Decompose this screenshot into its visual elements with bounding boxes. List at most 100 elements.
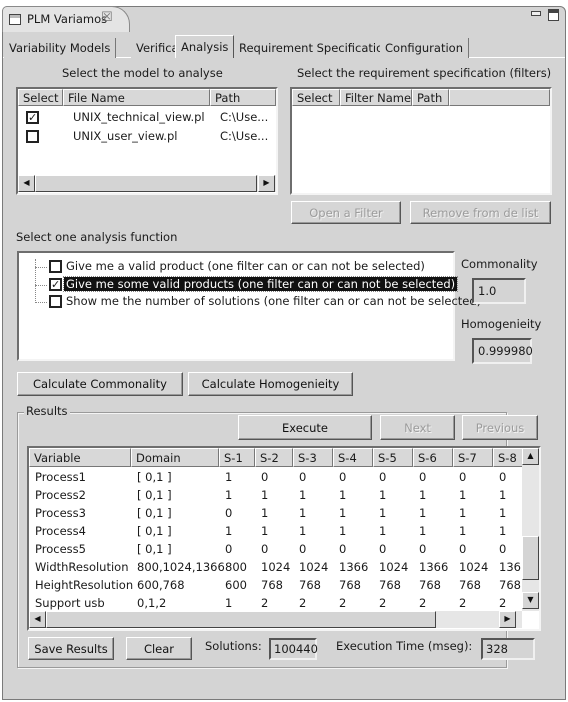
solution-value-cell: 1 [499,506,507,520]
column-header-filler [449,89,550,106]
function-label[interactable]: Show me the number of solutions (one fil… [64,294,483,308]
view-tab[interactable]: PLM Variamos ☒ [2,6,130,32]
solution-value-cell: 1 [419,524,427,538]
scroll-down-icon[interactable]: ▼ [522,592,539,609]
scroll-up-icon[interactable]: ▲ [522,448,539,465]
clear-button[interactable]: Clear [126,637,192,660]
open-filter-button[interactable]: Open a Filter [291,201,401,224]
tab-analysis[interactable]: Analysis [175,35,235,58]
close-icon[interactable]: ☒ [101,10,113,25]
scroll-right-icon[interactable]: ▶ [258,175,275,192]
solution-value-cell: 0 [225,542,233,556]
solution-value-cell: 768 [339,578,361,592]
function-checkbox[interactable] [49,295,62,308]
solution-value-cell: 1 [459,506,467,520]
tree-connector [35,267,47,268]
column-header-path[interactable]: Path [412,89,449,106]
domain-cell: [ 0,1 ] [137,524,172,538]
column-header-s-4[interactable]: S-4 [333,448,373,467]
column-header-s-7[interactable]: S-7 [453,448,493,467]
execution-time-label: Execution Time (mseg): [336,639,473,653]
solution-value-cell: 1 [299,506,307,520]
tab-requirement-specification[interactable]: Requirement Specification [234,38,397,58]
filter-table[interactable]: Select Filter Name Path [290,87,552,195]
solution-value-cell: 0 [225,506,233,520]
scroll-left-icon[interactable]: ◀ [29,611,46,628]
solution-value-cell: 1 [419,488,427,502]
maximize-icon[interactable] [548,9,559,21]
execution-time-field: 328 [481,638,535,660]
solution-value-cell: 1 [499,488,507,502]
column-header-select[interactable]: Select [292,89,340,106]
view-title: PLM Variamos [27,12,108,26]
function-label[interactable]: Give me a valid product (one filter can … [64,259,427,273]
solution-value-cell: 1024 [459,560,489,574]
solution-value-cell: 0 [419,542,427,556]
variable-cell: WidthResolution [35,560,129,574]
next-button[interactable]: Next [380,415,455,440]
horizontal-scrollbar[interactable]: ◀ ▶ [18,175,276,192]
tree-connector [35,285,47,286]
solution-value-cell: 1 [225,488,233,502]
solution-value-cell: 1 [379,524,387,538]
solution-value-cell: 1 [299,524,307,538]
column-header-s-6[interactable]: S-6 [413,448,453,467]
function-checkbox-checked[interactable]: ✓ [49,278,62,291]
column-header-s-2[interactable]: S-2 [255,448,293,467]
column-header-path[interactable]: Path [210,89,276,106]
solution-value-cell: 136 [499,560,521,574]
homogeneity-label: Homogenieity [461,317,542,331]
column-header-s-3[interactable]: S-3 [293,448,333,467]
domain-cell: 0,1,2 [137,596,167,610]
tree-connector [35,259,36,303]
scrollbar-thumb[interactable] [46,611,436,628]
analysis-function-tree[interactable]: Give me a valid product (one filter can … [17,251,481,361]
model-table[interactable]: Select File Name Path ✓ UNIX_technical_v… [16,87,278,195]
model-path: C:\Use... [220,129,269,143]
calculate-homogeneity-button[interactable]: Calculate Homogenieity [188,372,353,396]
execute-button[interactable]: Execute [238,415,372,440]
results-table[interactable]: Variable Domain S-1 S-2 S-3 S-4 S-5 S-6 S-7 S-8 P… [27,446,541,631]
column-header-s-1[interactable]: S-1 [219,448,255,467]
minimize-icon[interactable] [531,11,541,16]
column-header-s-8[interactable]: S-8 [493,448,523,467]
model-checkbox[interactable] [26,130,39,143]
scroll-right-icon[interactable]: ▶ [499,611,516,628]
domain-cell: 800,1024,1366 [137,560,225,574]
scrollbar-thumb[interactable] [522,536,539,580]
solution-value-cell: 1 [339,524,347,538]
solution-value-cell: 1 [379,488,387,502]
remove-filter-button[interactable]: Remove from de list [410,201,551,224]
function-label[interactable]: Give me some valid products (one filter … [62,276,459,292]
solution-value-cell: 1 [261,524,269,538]
view-window-icon [9,14,21,25]
solution-value-cell: 1 [459,488,467,502]
function-checkbox[interactable] [49,260,62,273]
scrollbar-thumb[interactable] [35,175,257,192]
model-checkbox-checked[interactable]: ✓ [26,111,39,124]
previous-button[interactable]: Previous [462,415,538,440]
column-header-file-name[interactable]: File Name [63,89,210,106]
calculate-commonality-button[interactable]: Calculate Commonality [17,372,183,396]
solution-value-cell: 1 [459,524,467,538]
column-header-select[interactable]: Select [18,89,63,106]
column-header-filter-name[interactable]: Filter Name [340,89,412,106]
filter-section-title: Select the requirement specification (fi… [297,66,552,80]
vertical-scrollbar[interactable]: ▲ ▼ [522,448,539,611]
column-header-domain[interactable]: Domain [131,448,219,467]
solution-value-cell: 0 [419,470,427,484]
domain-cell: [ 0,1 ] [137,506,172,520]
tab-variability-models[interactable]: Variability Models [4,38,117,58]
homogeneity-field: 0.999980 [472,338,533,364]
column-header-s-5[interactable]: S-5 [373,448,413,467]
solution-value-cell: 2 [339,596,347,610]
column-header-variable[interactable]: Variable [29,448,131,467]
horizontal-scrollbar[interactable]: ◀ ▶ [29,611,522,628]
scroll-left-icon[interactable]: ◀ [18,175,35,192]
save-results-button[interactable]: Save Results [28,637,114,660]
commonality-field: 1.0 [472,278,526,304]
tab-configuration[interactable]: Configuration [380,38,469,58]
solution-value-cell: 0 [379,470,387,484]
solution-value-cell: 0 [339,470,347,484]
solution-value-cell: 1 [379,506,387,520]
